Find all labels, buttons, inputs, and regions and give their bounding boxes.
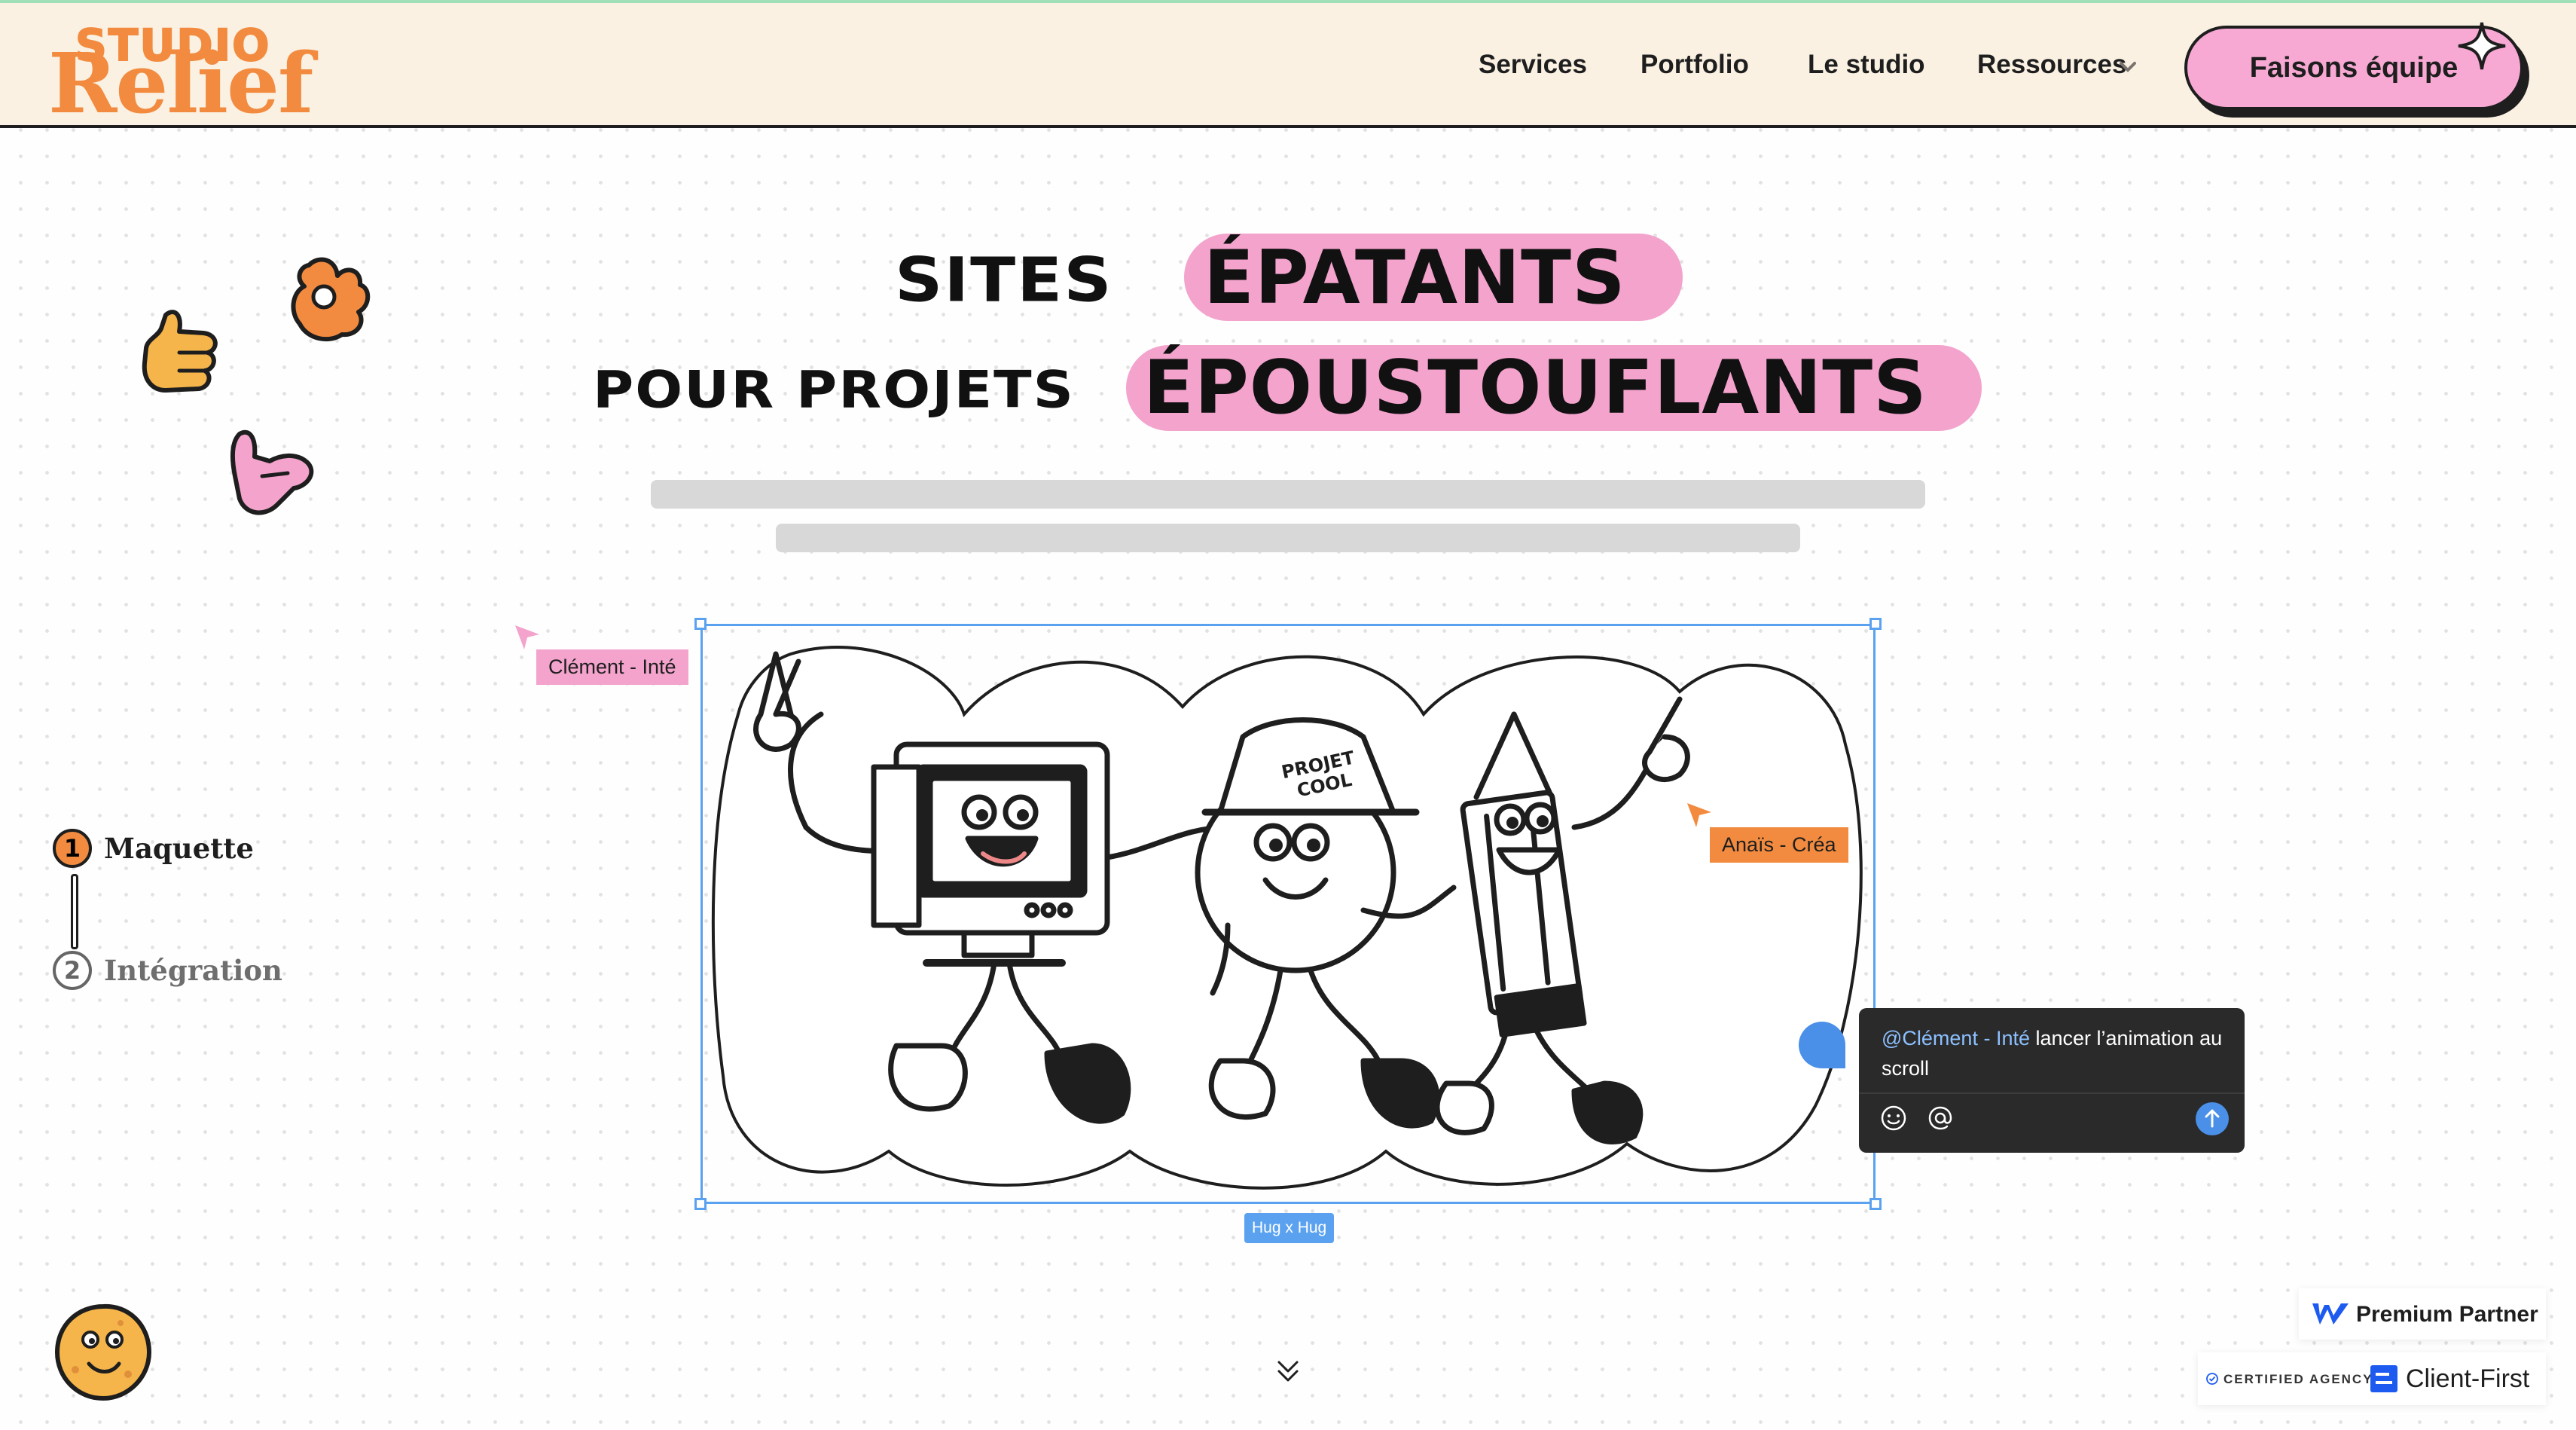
cursor-label-clement: Clément - Inté: [536, 649, 688, 685]
cursor-pointer-pink-icon: [515, 625, 539, 649]
resize-handle-bottom-left[interactable]: [694, 1198, 707, 1210]
premium-partner-text: Premium Partner: [2356, 1302, 2538, 1327]
resize-handle-top-right[interactable]: [1869, 618, 1882, 630]
sparkle-icon: [2458, 22, 2506, 70]
nav-link-services[interactable]: Services: [1479, 50, 1587, 80]
check-circle-icon: [2206, 1373, 2218, 1385]
stepper-connector: [71, 874, 78, 949]
step-1-label[interactable]: Maquette: [104, 832, 254, 865]
client-first-text: Client-First: [2406, 1364, 2530, 1393]
resize-handle-bottom-right[interactable]: [1869, 1198, 1882, 1210]
hero-line2-plain: POUR PROJETS: [593, 360, 1075, 420]
studio-relief-logo[interactable]: STUDIO Relief: [45, 19, 316, 125]
cta-label: Faisons équipe: [2249, 51, 2458, 84]
certified-agency-text: CERTIFIED AGENCY: [2223, 1372, 2373, 1386]
webflow-logo-icon: [2312, 1303, 2349, 1325]
thumbs-up-hand-icon: [142, 310, 218, 393]
hero-line1-plain: SITES: [895, 244, 1113, 316]
client-first-certified-badge[interactable]: CERTIFIED AGENCY Client-First: [2198, 1352, 2546, 1405]
comment-divider: [1859, 1092, 2245, 1094]
text-placeholder-line-1: [651, 480, 1925, 509]
comment-mention[interactable]: @Clément - Inté: [1882, 1027, 2030, 1050]
nav-link-portfolio[interactable]: Portfolio: [1641, 50, 1749, 80]
cursor-pointer-orange-icon: [1687, 803, 1711, 827]
emoji-icon[interactable]: [1880, 1105, 1907, 1132]
hero-line1-highlight: ÉPATANTS: [1204, 235, 1626, 321]
chevron-down-icon[interactable]: [2117, 56, 2139, 78]
client-first-logo-icon: [2370, 1365, 2397, 1392]
cursor-label-anais: Anaïs - Créa: [1710, 827, 1848, 863]
resize-handle-top-left[interactable]: [694, 618, 707, 630]
text-placeholder-line-2: [776, 524, 1800, 552]
hero-line2-highlight: ÉPOUSTOUFLANTS: [1143, 345, 1927, 431]
nav-link-le-studio[interactable]: Le studio: [1808, 50, 1925, 80]
comment-pin-icon[interactable]: [1796, 1019, 1848, 1071]
scroll-down-chevron-icon[interactable]: [1273, 1356, 1303, 1386]
comment-text: @Clément - Inté lancer l’animation au sc…: [1882, 1023, 2236, 1083]
send-arrow-icon[interactable]: [2195, 1102, 2230, 1136]
size-tag: Hug x Hug: [1244, 1213, 1335, 1243]
step-1-number[interactable]: 1: [53, 829, 92, 868]
step-2-number[interactable]: 2: [53, 951, 92, 990]
nav-link-ressources[interactable]: Ressources: [1977, 50, 2126, 80]
selection-frame[interactable]: [700, 624, 1876, 1204]
shaka-hand-icon: [230, 429, 314, 515]
webflow-premium-partner-badge[interactable]: Premium Partner: [2299, 1288, 2546, 1340]
logo-relief-text: Relief: [48, 35, 313, 132]
comment-box: @Clément - Inté lancer l’animation au sc…: [1859, 1008, 2245, 1153]
step-2-label[interactable]: Intégration: [104, 954, 282, 987]
ok-hand-icon: [291, 257, 371, 342]
mention-at-icon[interactable]: [1927, 1105, 1954, 1132]
top-navbar: STUDIO Relief Services Portfolio Le stud…: [0, 0, 2576, 128]
cookie-face-icon[interactable]: [53, 1302, 154, 1403]
